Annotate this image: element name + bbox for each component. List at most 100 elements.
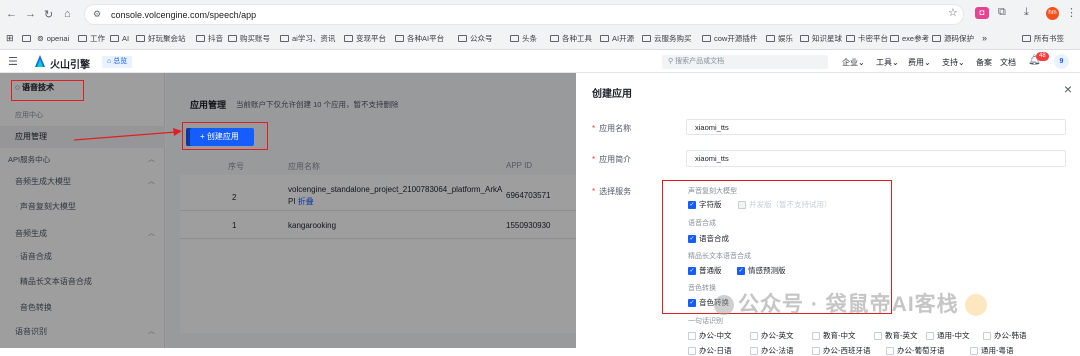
brand-name[interactable]: 火山引擎 (50, 56, 90, 71)
checkbox-icon (983, 332, 991, 341)
checkbox-icon (970, 347, 978, 356)
nav-tools[interactable]: 工具⌄ (876, 57, 899, 68)
bookmark-item[interactable]: ⊚ openai (37, 32, 69, 44)
bookmark-item[interactable]: 工作 (78, 32, 105, 44)
back-icon[interactable]: ← (6, 8, 17, 20)
checkbox-icon (886, 347, 894, 356)
option-character-version[interactable]: ✓ 字符版 (688, 199, 722, 210)
nav-enterprise[interactable]: 企业⌄ (842, 57, 865, 68)
checkbox-checked-icon: ✓ (688, 299, 696, 308)
nav-billing[interactable]: 费用⌄ (908, 57, 931, 68)
nav-beian[interactable]: 备案 (976, 57, 992, 68)
bookmark-item[interactable]: cow开源插件 (702, 32, 757, 44)
folder-icon (600, 34, 609, 42)
checkbox-checked-icon: ✓ (737, 267, 745, 276)
modal-overlay[interactable] (0, 73, 576, 348)
reload-icon[interactable]: ↻ (44, 8, 53, 21)
bookmark-item[interactable]: 源码保护 (932, 32, 974, 44)
star-icon[interactable]: ☆ (948, 6, 958, 19)
option-asr[interactable]: 办公-英文 (750, 330, 794, 341)
apps-icon[interactable]: ⊞ (6, 32, 14, 44)
bookmark-item[interactable]: 头条 (510, 32, 537, 44)
folder-icon (196, 34, 205, 42)
search-input[interactable]: ⚲ 搜索产品或文档 (662, 55, 828, 69)
option-asr[interactable]: 办公-中文 (688, 330, 732, 341)
more-bookmarks-button[interactable]: » (982, 32, 987, 44)
home-tab[interactable]: ⌂ 总览 (102, 56, 133, 68)
extensions-icon[interactable]: ⧉ (998, 6, 1006, 19)
nav-support[interactable]: 支持⌄ (942, 57, 965, 68)
option-asr[interactable]: 办公-葡萄牙语 (886, 345, 945, 356)
checkbox-disabled-icon (738, 201, 746, 210)
bookmark-item[interactable]: 知识星球 (800, 32, 842, 44)
extension-icon[interactable]: ◘ (975, 7, 989, 19)
home-icon[interactable]: ⌂ (64, 8, 71, 20)
option-asr[interactable]: 通用-粤语 (970, 345, 1014, 356)
address-bar[interactable]: ⚙ console.volcengine.com/speech/app (84, 4, 964, 25)
checkbox-icon (874, 332, 882, 341)
checkbox-icon (688, 332, 696, 341)
folder-icon (1022, 34, 1031, 42)
bookmark-item[interactable] (22, 32, 31, 44)
close-icon[interactable]: × (1064, 81, 1072, 97)
bookmark-item[interactable]: 好玩聚会站 (136, 32, 186, 44)
bookmark-item[interactable]: 卡密平台 (846, 32, 888, 44)
checkbox-icon (926, 332, 934, 341)
group-title: 声音复刻大模型 (688, 188, 737, 195)
option-asr[interactable]: 办公-日语 (688, 345, 732, 356)
bookmark-item[interactable]: AI (110, 32, 129, 44)
hamburger-icon[interactable]: ☰ (8, 55, 18, 68)
folder-icon (228, 34, 237, 42)
nav-docs[interactable]: 文档 (1000, 57, 1016, 68)
app-name-label: * 应用名称 (592, 124, 632, 133)
checkbox-checked-icon: ✓ (688, 235, 696, 244)
sidebar-title-highlight: ◌ 语音技术 (15, 83, 54, 92)
all-bookmarks[interactable]: 所有书签 (1022, 32, 1064, 44)
option-asr[interactable]: 办公-韩语 (983, 330, 1027, 341)
option-tts[interactable]: ✓ 语音合成 (688, 233, 729, 244)
option-emotion[interactable]: ✓ 情感预测版 (737, 265, 786, 276)
annotation-arrow-icon (73, 128, 182, 141)
site-info-icon[interactable]: ⚙ (93, 9, 101, 20)
bookmark-item[interactable]: 各种AI平台 (395, 32, 444, 44)
app-desc-textarea[interactable]: xiaomi_tts (686, 150, 1066, 167)
option-asr[interactable]: 办公-西班牙语 (812, 345, 871, 356)
option-normal[interactable]: ✓ 普通版 (688, 265, 722, 276)
search-icon: ⚲ (668, 58, 674, 65)
wechat-icon (714, 295, 734, 316)
user-avatar[interactable]: 9 (1054, 54, 1069, 69)
speech-icon: ◌ (15, 83, 20, 92)
plus-icon: + (200, 132, 207, 141)
option-asr[interactable]: 通用-中文 (926, 330, 970, 341)
menu-icon[interactable]: ⋮ (1066, 6, 1077, 19)
bookmark-item[interactable]: 变现平台 (344, 32, 386, 44)
bookmark-item[interactable]: 娱乐 (766, 32, 793, 44)
openai-icon: ⊚ (37, 33, 44, 43)
volcengine-logo-icon (34, 54, 46, 68)
bookmark-item[interactable]: exe参考 (890, 32, 929, 44)
bookmark-item[interactable]: 各种工具 (550, 32, 592, 44)
download-icon[interactable]: ⤓ (1024, 6, 1029, 19)
bookmark-item[interactable]: 云服务购买 (642, 32, 692, 44)
home-icon: ⌂ (107, 58, 112, 65)
folder-icon (702, 34, 711, 42)
profile-avatar[interactable]: hm (1046, 7, 1059, 20)
bookmark-item[interactable]: AI开源 (600, 32, 634, 44)
create-app-button-highlight[interactable]: + 创建应用 (190, 128, 254, 146)
folder-icon (890, 34, 899, 42)
notification-badge: 48 (1036, 52, 1049, 61)
watermark: 公众号 · 袋鼠帝AI客栈 (714, 288, 987, 318)
folder-icon (642, 34, 651, 42)
bookmark-item[interactable]: ai学习、资讯 (280, 32, 335, 44)
option-asr[interactable]: 办公-法语 (750, 345, 794, 356)
folder-icon (510, 34, 519, 42)
option-asr[interactable]: 教育-中文 (812, 330, 856, 341)
bookmark-item[interactable]: 购买账号 (228, 32, 270, 44)
option-asr[interactable]: 教育-英文 (874, 330, 918, 341)
app-name-input[interactable]: xiaomi_tts (686, 119, 1066, 135)
bookmark-item[interactable]: 抖音 (196, 32, 223, 44)
bookmark-item[interactable]: 公众号 (458, 32, 493, 44)
folder-icon (766, 34, 775, 42)
forward-icon[interactable]: → (25, 8, 36, 20)
folder-icon (846, 34, 855, 42)
